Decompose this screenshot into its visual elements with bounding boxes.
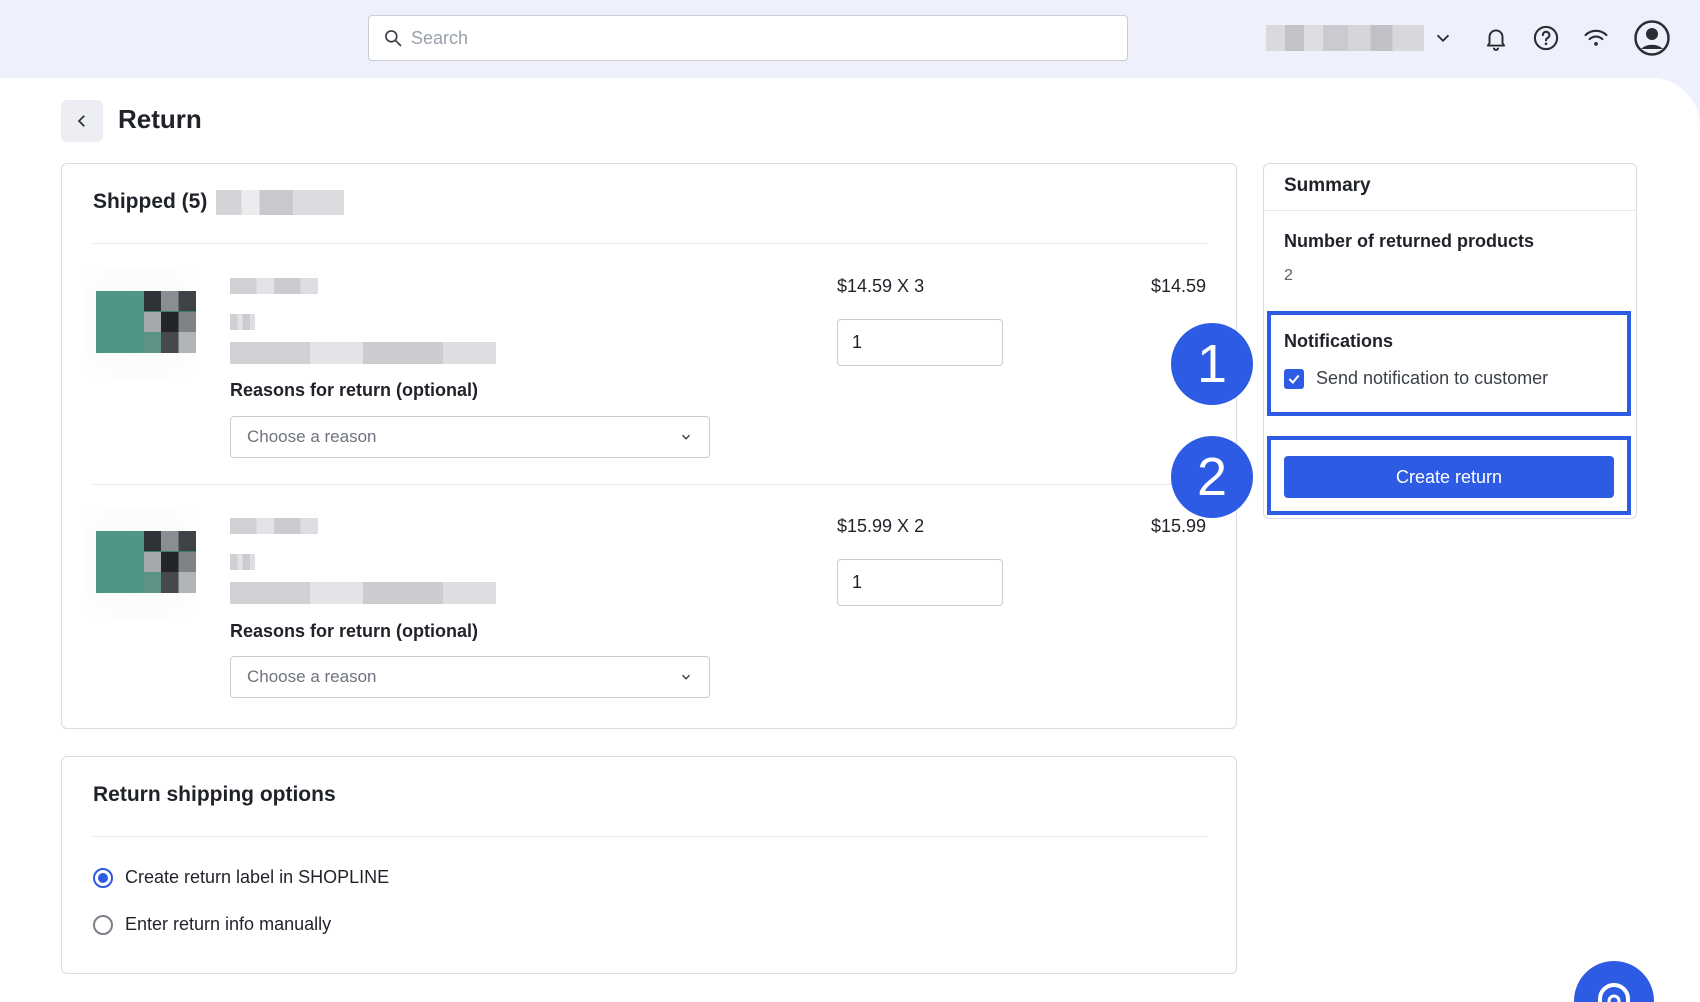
wifi-icon[interactable] — [1582, 24, 1610, 52]
radio-button[interactable] — [93, 914, 113, 935]
divider — [93, 836, 1207, 837]
page-title: Return — [118, 104, 202, 134]
summary-title: Summary — [1284, 175, 1371, 196]
search-icon — [385, 30, 402, 47]
user-avatar-icon[interactable] — [1634, 20, 1670, 56]
chevron-left-icon — [77, 115, 85, 127]
product-variant-redacted — [230, 314, 255, 330]
line-total: $15.99 — [1150, 516, 1206, 536]
back-button[interactable] — [61, 100, 103, 142]
radio-label: Enter return info manually — [125, 914, 332, 934]
help-icon[interactable] — [1532, 24, 1560, 52]
product-name-redacted — [230, 278, 318, 294]
returned-count-label: Number of returned products — [1284, 231, 1535, 251]
reason-select[interactable]: Choose a reason — [230, 656, 710, 698]
divider — [93, 243, 1207, 244]
product-name-redacted — [230, 518, 318, 534]
highlight-box-create — [1267, 436, 1631, 515]
search-bar[interactable] — [368, 15, 1128, 61]
top-bar — [0, 0, 1700, 80]
reason-label: Reasons for return (optional) — [230, 621, 479, 641]
reason-select[interactable]: Choose a reason — [230, 416, 710, 458]
product-image — [84, 507, 196, 619]
product-sku-redacted — [230, 582, 496, 604]
step-badge-1: 1 — [1171, 323, 1253, 405]
quantity-input[interactable] — [837, 319, 1003, 366]
returned-count-value: 2 — [1284, 267, 1293, 284]
search-input[interactable] — [411, 27, 1091, 49]
return-shipping-card: Return shipping options Create return la… — [61, 756, 1237, 974]
line-total: $14.59 — [1150, 276, 1206, 296]
radio-button[interactable] — [93, 867, 113, 888]
bell-icon[interactable] — [1482, 24, 1510, 52]
shipped-title: Shipped (5) — [93, 190, 208, 213]
store-name-redacted[interactable] — [1266, 25, 1424, 51]
return-shipping-title: Return shipping options — [93, 783, 336, 806]
shipped-card: Shipped (5) Reasons for return (optional… — [61, 163, 1237, 729]
divider — [1264, 210, 1636, 211]
reason-select-placeholder: Choose a reason — [247, 667, 377, 686]
radio-enter-manually[interactable]: Enter return info manually — [93, 914, 331, 935]
product-sku-redacted — [230, 342, 496, 364]
step-badge-2: 2 — [1171, 436, 1253, 518]
highlight-box-notifications — [1267, 311, 1631, 416]
unit-price-qty: $14.59 X 3 — [837, 276, 925, 296]
headset-icon — [1598, 983, 1630, 1002]
unit-price-qty: $15.99 X 2 — [837, 516, 925, 536]
chevron-down-icon — [681, 434, 691, 440]
chevron-down-icon — [681, 674, 691, 680]
radio-create-label[interactable]: Create return label in SHOPLINE — [93, 867, 389, 888]
product-image — [84, 267, 196, 379]
quantity-input[interactable] — [837, 559, 1003, 606]
chevron-down-icon[interactable] — [1432, 27, 1454, 49]
shipment-id-redacted — [216, 190, 344, 215]
radio-label: Create return label in SHOPLINE — [125, 867, 390, 887]
reason-label: Reasons for return (optional) — [230, 380, 479, 400]
reason-select-placeholder: Choose a reason — [247, 427, 377, 446]
product-variant-redacted — [230, 554, 255, 570]
divider — [93, 484, 1207, 485]
